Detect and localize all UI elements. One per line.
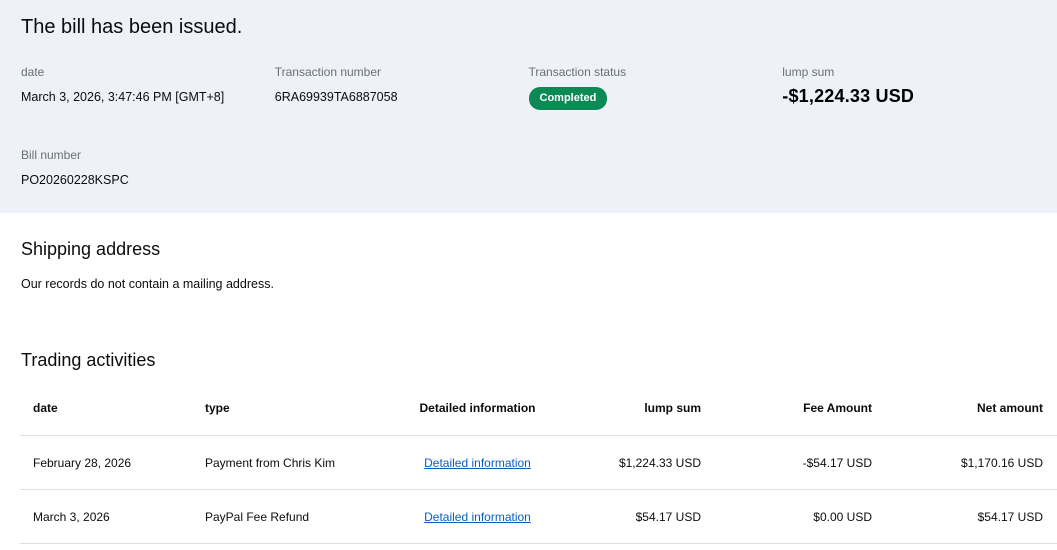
column-header-type: type xyxy=(205,401,230,415)
table-row: March 3, 2026 PayPal Fee Refund Detailed… xyxy=(20,489,1057,544)
column-header-date: date xyxy=(33,401,58,415)
bill-summary-section: The bill has been issued. date March 3, … xyxy=(0,0,1057,213)
field-bill-number: Bill number PO20260228KSPC xyxy=(21,148,275,187)
shipping-address-heading: Shipping address xyxy=(21,239,161,259)
trading-activities-table: date type Detailed information lump sum … xyxy=(20,401,1057,544)
detailed-information-link[interactable]: Detailed information xyxy=(424,456,531,470)
field-transaction-number-label: Transaction number xyxy=(274,65,382,79)
cell-fee-amount: -$54.17 USD xyxy=(706,435,877,490)
shipping-address-message: Our records do not contain a mailing add… xyxy=(21,277,274,291)
field-transaction-status: Transaction status Completed xyxy=(528,65,783,110)
column-header-lump-sum: lump sum xyxy=(644,401,701,415)
cell-fee-amount: $0.00 USD xyxy=(706,489,877,544)
cell-date: March 3, 2026 xyxy=(20,489,205,544)
cell-date: February 28, 2026 xyxy=(20,435,205,490)
page-title: The bill has been issued. xyxy=(21,16,243,38)
status-badge: Completed xyxy=(528,87,608,110)
column-header-net-amount: Net amount xyxy=(977,401,1043,415)
cell-net-amount: $54.17 USD xyxy=(877,489,1057,544)
table-header-row: date type Detailed information lump sum … xyxy=(20,401,1057,436)
cell-lump-sum: $54.17 USD xyxy=(560,489,706,544)
column-header-fee-amount: Fee Amount xyxy=(803,401,872,415)
shipping-address-section: Shipping address Our records do not cont… xyxy=(0,239,1057,291)
lump-sum-amount: -$1,224.33 USD xyxy=(782,86,915,106)
field-date-label: date xyxy=(21,65,45,79)
trading-activities-section: Trading activities date type Detailed in… xyxy=(0,350,1057,544)
field-bill-number-value: PO20260228KSPC xyxy=(21,173,129,187)
trading-activities-heading: Trading activities xyxy=(21,350,156,370)
field-lump-sum: lump sum -$1,224.33 USD xyxy=(782,65,1036,110)
summary-fields-grid: date March 3, 2026, 3:47:46 PM [GMT+8] T… xyxy=(21,65,1036,187)
cell-net-amount: $1,170.16 USD xyxy=(877,435,1057,490)
field-date-value: March 3, 2026, 3:47:46 PM [GMT+8] xyxy=(21,90,225,104)
column-header-detailed-information: Detailed information xyxy=(419,401,536,415)
field-lump-sum-label: lump sum xyxy=(782,65,835,79)
detailed-information-link[interactable]: Detailed information xyxy=(424,510,531,524)
table-row: February 28, 2026 Payment from Chris Kim… xyxy=(20,435,1057,490)
field-transaction-number: Transaction number 6RA69939TA6887058 xyxy=(275,65,529,110)
field-transaction-number-value: 6RA69939TA6887058 xyxy=(274,90,398,104)
cell-type: PayPal Fee Refund xyxy=(205,489,395,544)
cell-type: Payment from Chris Kim xyxy=(205,435,395,490)
field-date: date March 3, 2026, 3:47:46 PM [GMT+8] xyxy=(21,65,275,110)
field-transaction-status-label: Transaction status xyxy=(528,65,627,79)
cell-lump-sum: $1,224.33 USD xyxy=(560,435,706,490)
field-bill-number-label: Bill number xyxy=(21,148,82,162)
